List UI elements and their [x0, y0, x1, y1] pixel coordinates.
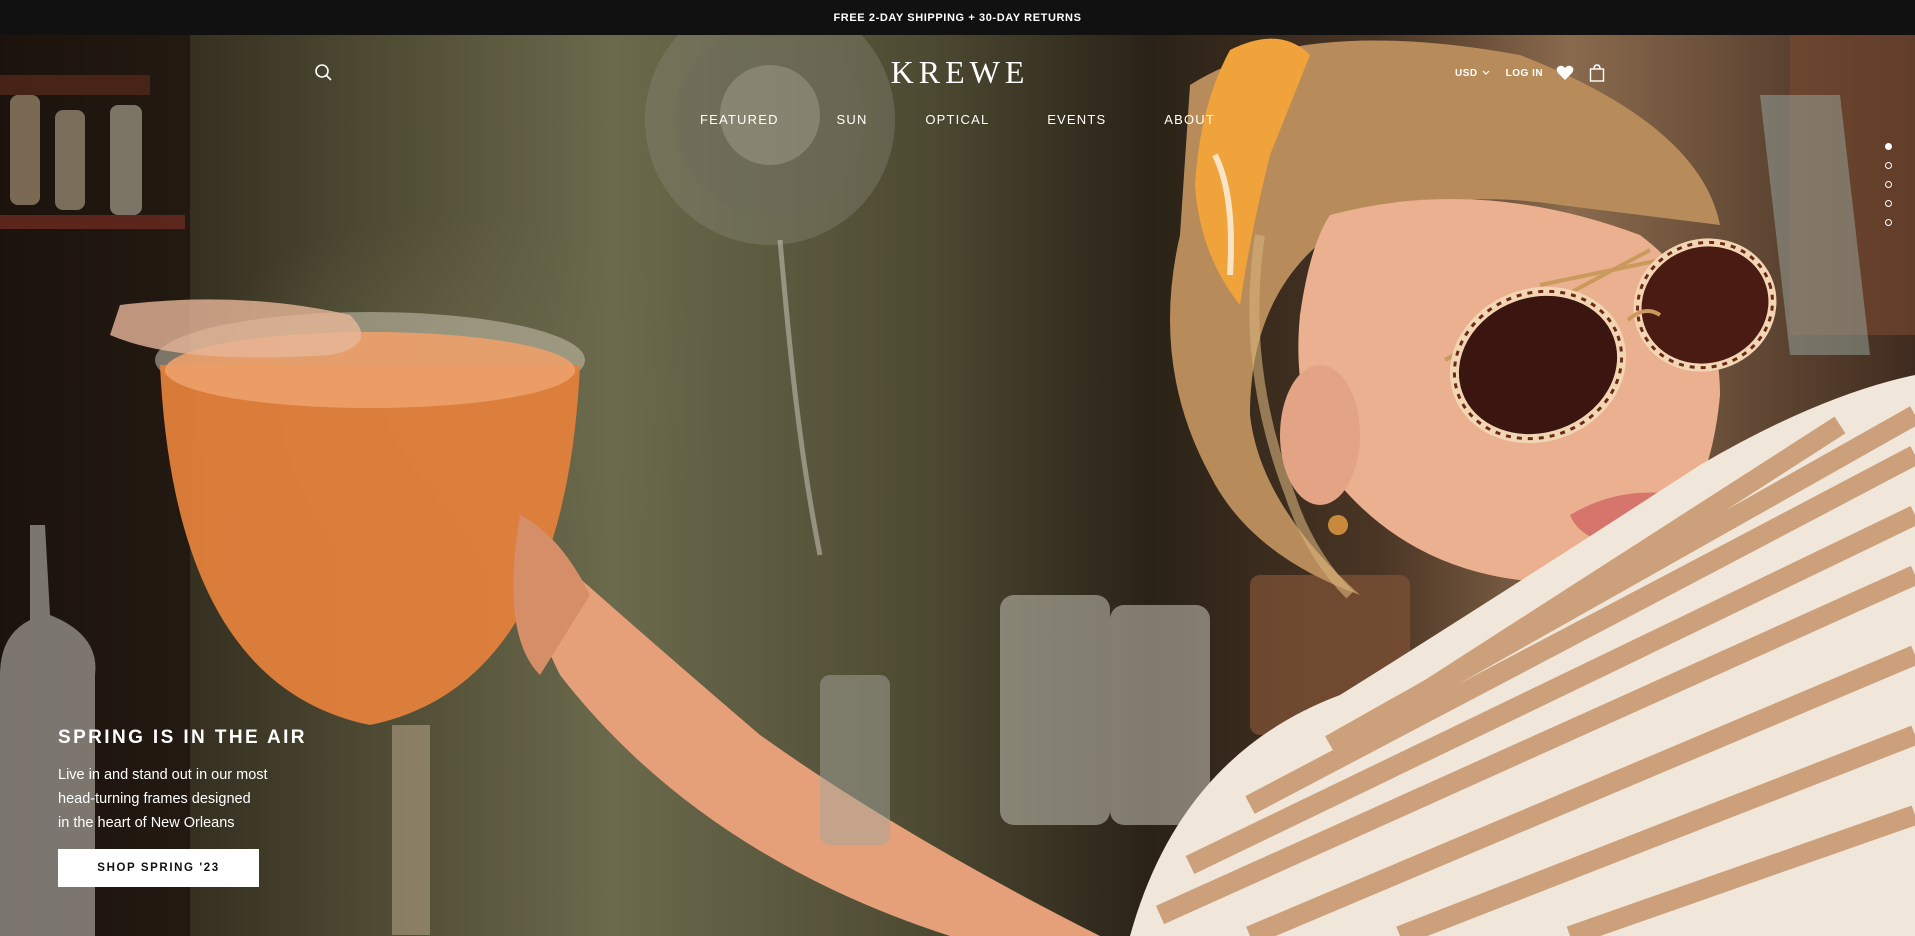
- heart-icon[interactable]: [1555, 63, 1575, 83]
- nav-featured[interactable]: FEATURED: [700, 112, 779, 127]
- shopping-bag-icon[interactable]: [1587, 63, 1607, 83]
- logo[interactable]: KREWE: [860, 53, 1060, 91]
- slide-dot-5[interactable]: [1884, 219, 1892, 226]
- slide-dot-3[interactable]: [1884, 181, 1892, 188]
- login-link[interactable]: LOG IN: [1506, 68, 1543, 79]
- shop-spring-button[interactable]: SHOP SPRING '23: [58, 849, 259, 887]
- nav-optical[interactable]: OPTICAL: [925, 112, 989, 127]
- nav-about[interactable]: ABOUT: [1164, 112, 1215, 127]
- search-icon[interactable]: [313, 62, 335, 84]
- nav-sun[interactable]: SUN: [837, 112, 868, 127]
- slide-pagination: [1883, 143, 1893, 233]
- nav-events[interactable]: EVENTS: [1047, 112, 1106, 127]
- slide-dot-2[interactable]: [1884, 162, 1892, 169]
- header-utility: USD LOG IN: [1455, 62, 1607, 84]
- hero-body-line: head-turning frames designed: [58, 791, 251, 807]
- slide-dot-4[interactable]: [1884, 200, 1892, 207]
- main-nav: FEATURED SUN OPTICAL EVENTS ABOUT: [700, 107, 1215, 131]
- chevron-down-icon: [1482, 68, 1490, 79]
- hero-body-line: Live in and stand out in our most: [58, 767, 268, 783]
- hero-body-line: in the heart of New Orleans: [58, 815, 235, 831]
- currency-selector[interactable]: USD: [1455, 68, 1490, 79]
- currency-label: USD: [1455, 67, 1478, 79]
- hero-copy: SPRING IS IN THE AIR Live in and stand o…: [58, 727, 438, 887]
- announcement-text: FREE 2-DAY SHIPPING + 30-DAY RETURNS: [833, 11, 1082, 24]
- hero-heading: SPRING IS IN THE AIR: [58, 727, 307, 748]
- announcement-bar: FREE 2-DAY SHIPPING + 30-DAY RETURNS: [0, 0, 1915, 35]
- slide-dot-1[interactable]: [1884, 143, 1892, 150]
- site-header: KREWE FEATURED SUN OPTICAL EVENTS ABOUT …: [0, 35, 1915, 145]
